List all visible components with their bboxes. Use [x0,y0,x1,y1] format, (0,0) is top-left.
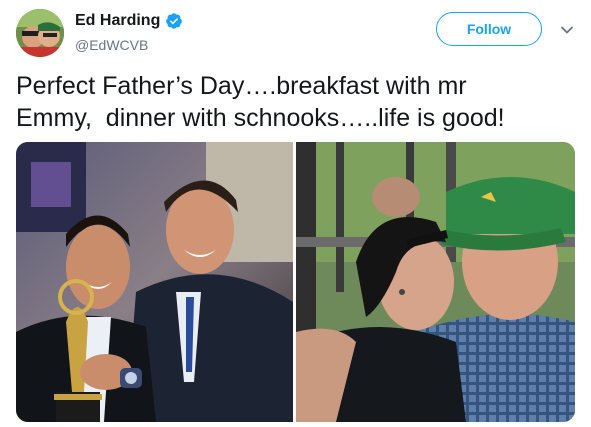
photo-emmy-award[interactable] [16,142,293,422]
tweet-text: Perfect Father’s Day….breakfast with mr … [16,72,505,132]
follow-button[interactable]: Follow [436,12,542,46]
media-grid [16,142,575,422]
chevron-down-icon[interactable] [559,22,575,38]
verified-badge-icon [166,13,183,29]
photo-kiss-green-visor[interactable] [296,142,575,422]
avatar-image [16,9,64,57]
user-handle[interactable]: @EdWCVB [75,36,148,54]
tweet-card: Ed Harding @EdWCVB Follow Perfect Father… [0,0,591,427]
emmy-photo-image [16,142,293,422]
avatar[interactable] [16,9,64,57]
name-row: Ed Harding [75,11,183,31]
display-name[interactable]: Ed Harding [75,11,160,31]
kiss-photo-image [296,142,575,422]
